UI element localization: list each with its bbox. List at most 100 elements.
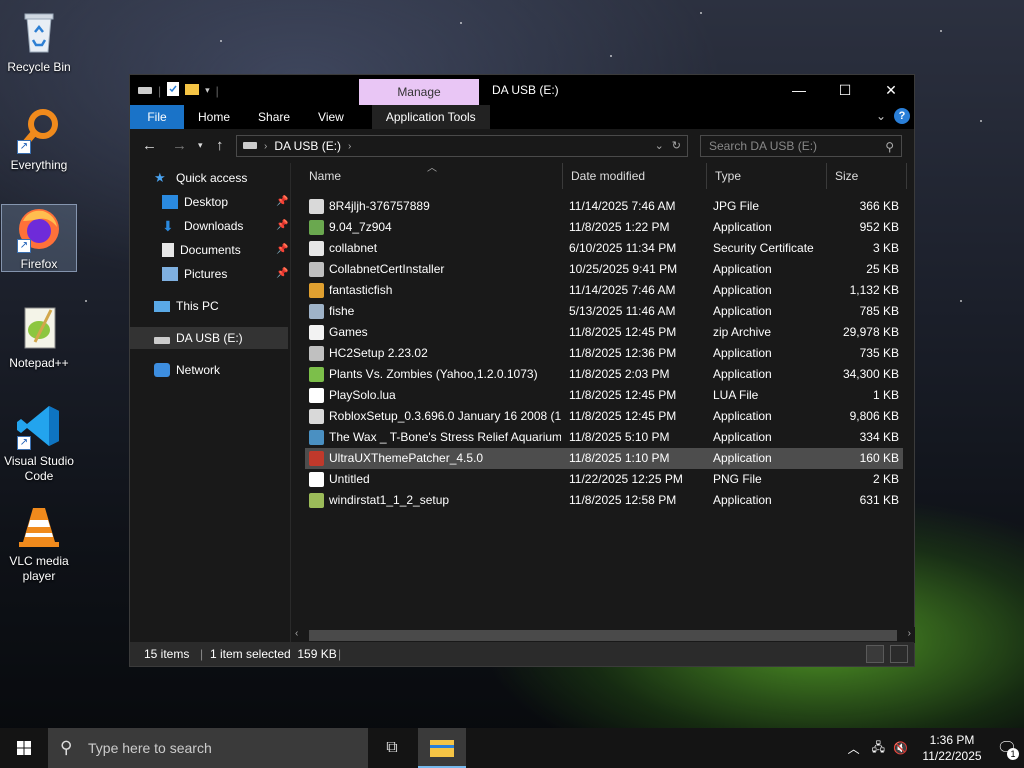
file-name: 8R4jljh-376757889 xyxy=(329,199,430,213)
nav-network[interactable]: Network xyxy=(154,359,220,381)
nav-downloads[interactable]: ⬇ Downloads 📌 xyxy=(162,215,290,237)
scroll-right-icon[interactable]: › xyxy=(908,628,911,639)
recent-locations-icon[interactable]: ▾ xyxy=(198,140,203,151)
file-row[interactable]: Untitled 11/22/2025 12:25 PM PNG File 2 KB xyxy=(305,469,903,490)
notification-count: 1 xyxy=(1007,748,1019,760)
details-view-button[interactable] xyxy=(866,645,884,663)
file-row[interactable]: windirstat1_1_2_setup 11/8/2025 12:58 PM A… xyxy=(305,490,903,511)
file-row[interactable]: UltraUXThemePatcher_4.5.0 11/8/2025 1:10 … xyxy=(305,448,903,469)
forward-button[interactable]: → xyxy=(172,137,187,154)
vlc-cone-icon xyxy=(15,502,63,550)
tab-share[interactable]: Share xyxy=(244,105,304,129)
notification-center-button[interactable]: 🗨 1 xyxy=(990,738,1024,760)
pin-icon[interactable]: 📌 xyxy=(276,215,288,237)
expand-ribbon-icon[interactable]: ⌄ xyxy=(876,109,886,123)
nav-this-pc[interactable]: This PC xyxy=(154,295,219,317)
desktop-icon-everything[interactable]: ↗ Everything xyxy=(1,106,77,173)
back-button[interactable]: ← xyxy=(142,137,157,154)
tab-application-tools[interactable]: Application Tools xyxy=(371,105,490,129)
search-input[interactable]: Search DA USB (E:) ⚲ xyxy=(700,135,902,157)
address-dropdown-icon[interactable]: ⌄ xyxy=(655,139,664,152)
close-button[interactable]: ✕ xyxy=(868,75,914,105)
shortcut-arrow-icon: ↗ xyxy=(17,239,31,253)
shortcut-arrow-icon: ↗ xyxy=(17,140,31,154)
file-date: 10/25/2025 9:41 PM xyxy=(569,262,678,276)
new-folder-icon[interactable] xyxy=(185,82,200,99)
file-type: Application xyxy=(713,451,772,465)
file-row[interactable]: Games 11/8/2025 12:45 PM zip Archive 29,978… xyxy=(305,322,903,343)
properties-icon[interactable] xyxy=(167,82,180,99)
help-icon[interactable]: ? xyxy=(894,108,910,124)
maximize-button[interactable]: ☐ xyxy=(822,75,868,105)
file-row[interactable]: fantasticfish 11/14/2025 7:46 AM Applicati… xyxy=(305,280,903,301)
nav-documents[interactable]: Documents 📌 xyxy=(162,239,290,261)
address-box[interactable]: › DA USB (E:) › ⌄ ↻ xyxy=(236,135,688,157)
file-size: 3 KB xyxy=(872,241,899,255)
desktop-icon-firefox[interactable]: ↗ Firefox xyxy=(1,204,77,272)
tab-file[interactable]: File xyxy=(130,105,184,129)
file-type: Security Certificate xyxy=(713,241,814,255)
large-icons-view-button[interactable] xyxy=(890,645,908,663)
column-header-date[interactable]: Date modified xyxy=(563,163,707,189)
file-type: Application xyxy=(713,262,772,276)
desktop-icon-notepad-plus-plus[interactable]: Notepad++ xyxy=(1,304,77,371)
file-size: 160 KB xyxy=(859,451,899,465)
column-header-type[interactable]: Type xyxy=(707,163,827,189)
file-row[interactable]: The Wax _ T-Bone's Stress Relief Aquariu… xyxy=(305,427,903,448)
show-hidden-icons-icon[interactable]: ︿ xyxy=(848,740,860,757)
file-row[interactable]: PlaySolo.lua 11/8/2025 12:45 PM LUA File 1 … xyxy=(305,385,903,406)
taskbar-search-placeholder: Type here to search xyxy=(88,740,212,756)
clock-time: 1:36 PM xyxy=(929,733,975,747)
nav-drive[interactable]: DA USB (E:) xyxy=(130,327,288,349)
scroll-left-icon[interactable]: ‹ xyxy=(295,628,298,639)
file-explorer-window: | ▾ | Manage DA USB (E:) — ☐ ✕ File Home… xyxy=(129,74,915,667)
minimize-button[interactable]: — xyxy=(776,75,822,105)
file-row[interactable]: Plants Vs. Zombies (Yahoo,1.2.0.1073) 11/… xyxy=(305,364,903,385)
scrollbar-thumb[interactable] xyxy=(309,630,897,641)
window-title: DA USB (E:) xyxy=(492,83,559,97)
tab-view[interactable]: View xyxy=(304,105,358,129)
up-button[interactable]: ↑ xyxy=(216,137,224,154)
volume-muted-icon[interactable]: 🔇 xyxy=(893,741,908,755)
file-row[interactable]: collabnet 6/10/2025 11:34 PM Security Cert… xyxy=(305,238,903,259)
file-type: Application xyxy=(713,367,772,381)
desktop-icon-vlc[interactable]: VLC media player xyxy=(1,502,77,584)
file-size: 366 KB xyxy=(859,199,899,213)
network-status-icon[interactable]: 🖧 xyxy=(872,738,885,759)
tab-manage[interactable]: Manage xyxy=(359,79,479,105)
taskbar-file-explorer[interactable] xyxy=(418,728,466,768)
search-placeholder: Search DA USB (E:) xyxy=(709,139,818,153)
task-view-button[interactable]: ⧉ xyxy=(368,728,416,768)
file-row[interactable]: HC2Setup 2.23.02 11/8/2025 12:36 PM Applic… xyxy=(305,343,903,364)
pin-icon[interactable]: 📌 xyxy=(276,263,288,285)
image-icon xyxy=(309,472,324,487)
clock[interactable]: 1:36 PM 11/22/2025 xyxy=(914,732,990,764)
file-type: LUA File xyxy=(713,388,759,402)
nav-quick-access[interactable]: ★ Quick access xyxy=(154,167,247,189)
file-row[interactable]: CollabnetCertInstaller 10/25/2025 9:41 PM… xyxy=(305,259,903,280)
file-size: 29,978 KB xyxy=(842,325,899,339)
file-row[interactable]: fishe 5/13/2025 11:46 AM Application 785 KB xyxy=(305,301,903,322)
taskbar-search-box[interactable]: ⚲ Type here to search xyxy=(48,728,368,768)
pin-icon[interactable]: 📌 xyxy=(276,239,288,261)
breadcrumb-drive[interactable]: DA USB (E:) xyxy=(274,139,341,153)
file-name: Untitled xyxy=(329,472,370,486)
start-button[interactable] xyxy=(0,728,48,768)
file-row[interactable]: RobloxSetup_0.3.696.0 January 16 2008 (1… xyxy=(305,406,903,427)
horizontal-scrollbar[interactable]: ‹ › xyxy=(291,627,915,643)
file-name: CollabnetCertInstaller xyxy=(329,262,445,276)
nav-desktop[interactable]: Desktop 📌 xyxy=(162,191,290,213)
chevron-down-icon[interactable]: ▾ xyxy=(205,85,210,96)
file-date: 11/8/2025 2:03 PM xyxy=(569,367,670,381)
tab-home[interactable]: Home xyxy=(184,105,244,129)
nav-pictures[interactable]: Pictures 📌 xyxy=(162,263,290,285)
ribbon-tabs: File Home Share View Application Tools ⌄… xyxy=(130,105,914,129)
file-row[interactable]: 8R4jljh-376757889 11/14/2025 7:46 AM JPG F… xyxy=(305,196,903,217)
file-row[interactable]: 9.04_7z904 11/8/2025 1:22 PM Application 95… xyxy=(305,217,903,238)
column-header-size[interactable]: Size xyxy=(827,163,907,189)
pin-icon[interactable]: 📌 xyxy=(276,191,288,213)
file-type: Application xyxy=(713,346,772,360)
desktop-icon-vscode[interactable]: ↗ Visual Studio Code xyxy=(1,402,77,484)
refresh-icon[interactable]: ↻ xyxy=(672,139,681,152)
desktop-icon-recycle-bin[interactable]: Recycle Bin xyxy=(1,8,77,75)
